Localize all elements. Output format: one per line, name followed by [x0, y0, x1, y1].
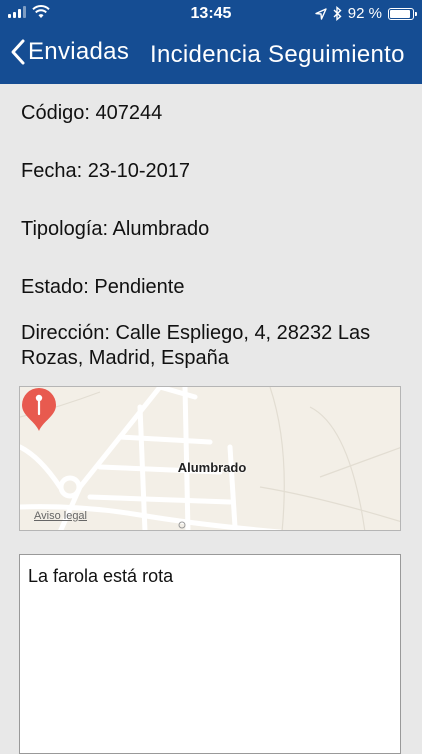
- page-title: Incidencia Seguimiento: [150, 41, 405, 68]
- map-marker-icon[interactable]: [20, 387, 58, 433]
- bluetooth-icon: [333, 6, 342, 21]
- battery-icon: [388, 7, 417, 20]
- incident-code: Código: 407244: [21, 102, 163, 124]
- nav-bar: Enviadas Incidencia Seguimiento: [0, 28, 422, 84]
- incident-map[interactable]: Alumbrado Aviso legal: [19, 386, 401, 531]
- battery-percent: 92 %: [347, 5, 382, 22]
- chevron-left-icon: [11, 39, 25, 65]
- back-button[interactable]: Enviadas: [10, 38, 129, 66]
- status-right: 92 %: [315, 5, 417, 22]
- battery-fill: [390, 9, 411, 18]
- incident-date: Fecha: 23-10-2017: [21, 160, 191, 182]
- incident-detail: Código: 407244 Fecha: 23-10-2017 Tipolog…: [0, 84, 422, 754]
- back-button-label: Enviadas: [28, 38, 130, 65]
- incident-address: Dirección: Calle Espliego, 4, 28232 Las …: [21, 322, 371, 369]
- incident-type: Tipología: Alumbrado: [21, 218, 210, 240]
- location-arrow-icon: [315, 7, 327, 20]
- description-textarea[interactable]: La farola está rota: [19, 554, 401, 754]
- legal-link[interactable]: Aviso legal: [34, 510, 87, 522]
- map-marker-label: Alumbrado: [177, 460, 247, 475]
- status-bar: 13:45 92 %: [0, 0, 422, 28]
- incident-status: Estado: Pendiente: [21, 276, 185, 298]
